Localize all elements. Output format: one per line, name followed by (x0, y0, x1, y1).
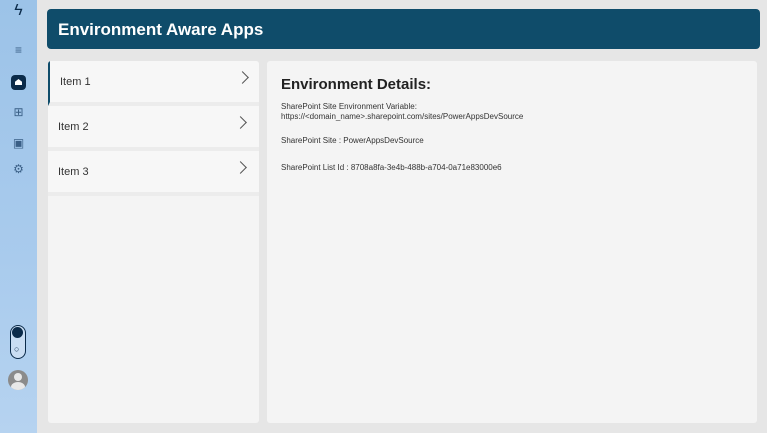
list-item-label: Item 3 (58, 166, 89, 178)
list-item[interactable]: Item 3 (48, 151, 259, 196)
toggle-knob (12, 327, 23, 338)
avatar[interactable] (8, 370, 28, 390)
chevron-right-icon (234, 161, 247, 174)
calendar-icon[interactable]: ▣ (0, 136, 37, 150)
lightbulb-icon: ○ (14, 344, 20, 354)
main-area: Environment Aware Apps Item 1 Item 2 Ite… (37, 0, 767, 433)
chevron-right-icon (236, 71, 249, 84)
chevron-right-icon (234, 116, 247, 129)
add-icon[interactable]: ⊞ (0, 105, 37, 119)
theme-toggle[interactable]: ○ (10, 325, 26, 359)
menu-icon[interactable]: ≡ (0, 43, 37, 57)
list-item-label: Item 2 (58, 121, 89, 133)
list-item[interactable]: Item 2 (48, 106, 259, 151)
lightning-icon[interactable]: ϟ (0, 3, 37, 19)
sharepoint-list-id-text: SharePoint List Id : 8708a8fa-3e4b-488b-… (281, 163, 502, 172)
items-list: Item 1 Item 2 Item 3 (48, 61, 259, 423)
sharepoint-site-text: SharePoint Site : PowerAppsDevSource (281, 136, 424, 145)
list-item-label: Item 1 (60, 76, 91, 88)
environment-details-panel: Environment Details: SharePoint Site Env… (267, 61, 757, 423)
app-header: Environment Aware Apps (47, 9, 760, 49)
list-item[interactable]: Item 1 (48, 61, 259, 106)
page-title: Environment Aware Apps (58, 20, 264, 39)
settings-icon[interactable]: ⚙ (0, 162, 37, 176)
details-heading: Environment Details: (281, 76, 432, 93)
env-variable-label: SharePoint Site Environment Variable: (281, 102, 417, 111)
home-icon[interactable] (11, 75, 26, 90)
left-nav-rail: ϟ ≡ ⊞ ▣ ⚙ ○ (0, 0, 37, 433)
env-variable-value: https://<domain_name>.sharepoint.com/sit… (281, 112, 524, 121)
